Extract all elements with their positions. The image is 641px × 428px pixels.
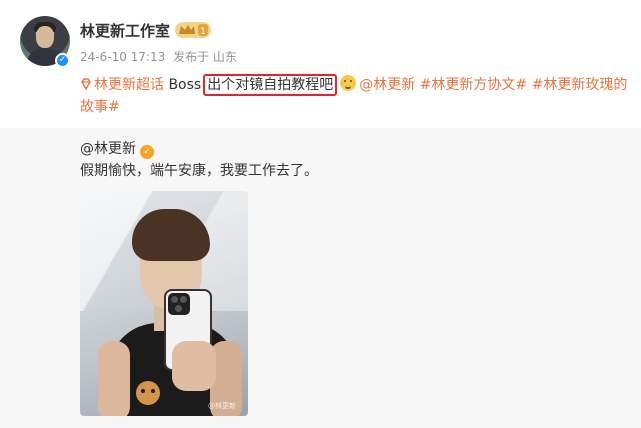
vip-crown-icon[interactable]: 1 <box>175 21 211 39</box>
post-location: 发布于 山东 <box>173 50 237 64</box>
post-timestamp[interactable]: 24-6-10 17:13 <box>80 50 165 64</box>
post-meta: 24-6-10 17:13 发布于 山东 <box>80 48 241 65</box>
dog-sticker-icon <box>136 381 160 405</box>
verified-check-icon: ✓ <box>55 53 70 68</box>
post-content: 林更新超话 Boss 出个对镜自拍教程吧 @林更新 #林更新方协文# #林更新玫瑰的… <box>80 74 630 118</box>
svg-text:1: 1 <box>200 27 206 37</box>
selfie-photo[interactable]: @林更新 <box>80 191 248 416</box>
diamond-icon <box>81 78 91 90</box>
photo-hand <box>172 341 216 391</box>
photo-arm <box>98 341 130 416</box>
repost-author[interactable]: @林更新 ✓ <box>80 138 154 159</box>
supertopic-link[interactable]: 林更新超话 <box>94 77 164 93</box>
post-text-boss: Boss <box>168 77 202 93</box>
highlighted-text: 出个对镜自拍教程吧 <box>203 74 338 96</box>
avatar-face <box>36 26 54 48</box>
photo-watermark: @林更新 <box>208 402 236 410</box>
repost-text: 假期愉快，端午安康，我要工作去了。 <box>80 163 318 179</box>
hashtag-link[interactable]: #林更新方协文# <box>420 77 527 93</box>
smiling-face-emoji <box>340 75 357 91</box>
mention-link[interactable]: @林更新 <box>359 77 415 93</box>
repost-author-name[interactable]: @林更新 <box>80 141 136 157</box>
photo-phone-camera <box>168 293 190 315</box>
username[interactable]: 林更新工作室 <box>80 20 170 41</box>
gold-verified-icon: ✓ <box>140 145 154 159</box>
